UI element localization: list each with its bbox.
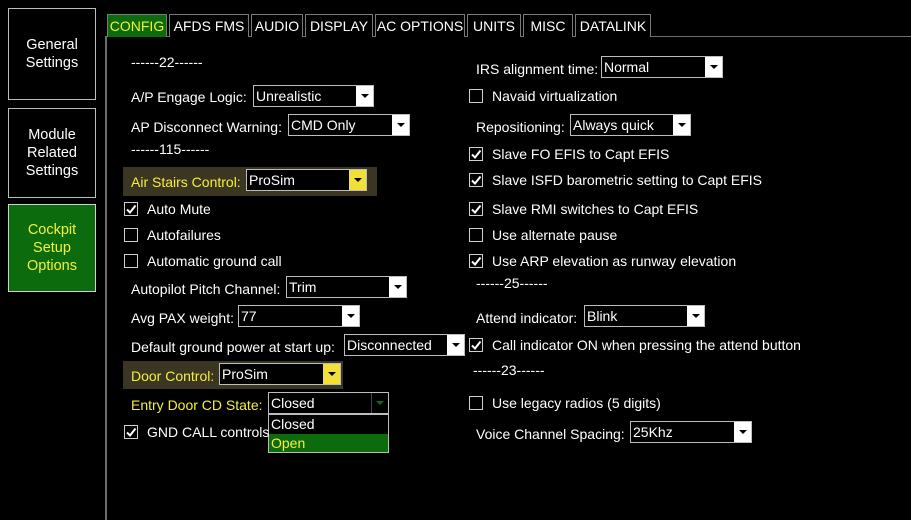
irs-dropdown[interactable]: Normal: [601, 56, 723, 78]
slave-fo-checkbox[interactable]: [469, 147, 483, 161]
autopilot-pitch-label: Autopilot Pitch Channel:: [131, 281, 281, 297]
auto-ground-call-checkbox[interactable]: [124, 254, 138, 268]
door-control-value: ProSim: [222, 366, 268, 382]
air-stairs-value: ProSim: [249, 172, 295, 188]
navaid-checkbox[interactable]: [469, 89, 483, 103]
irs-value: Normal: [604, 59, 650, 75]
voice-spacing-value: 25Khz: [633, 424, 673, 440]
chevron-down-icon[interactable]: [323, 364, 340, 384]
avg-pax-value: 77: [241, 308, 257, 324]
sidebar-item-cockpit-setup[interactable]: Cockpit Setup Options: [8, 204, 96, 292]
chevron-down-icon[interactable]: [389, 277, 406, 297]
default-gpu-dropdown[interactable]: Disconnected: [344, 334, 465, 356]
attend-value: Blink: [587, 308, 618, 324]
chevron-down-icon[interactable]: [349, 170, 366, 190]
call-indicator-checkbox[interactable]: [469, 338, 483, 352]
tab-ac-options[interactable]: AC OPTIONS: [375, 14, 465, 37]
ap-engage-value: Unrealistic: [256, 88, 322, 104]
chevron-down-icon[interactable]: [673, 115, 690, 135]
tab-config[interactable]: CONFIG: [107, 14, 167, 37]
attend-label: Attend indicator:: [476, 310, 578, 326]
sidebar-item-label: General Settings: [25, 37, 79, 71]
auto-mute-label: Auto Mute: [147, 201, 211, 217]
sidebar-item-general-settings[interactable]: General Settings: [8, 8, 96, 100]
sidebar-item-label: Module Related Settings: [25, 127, 79, 179]
tab-audio[interactable]: AUDIO: [251, 14, 303, 37]
ap-disconnect-dropdown[interactable]: CMD Only: [288, 114, 410, 136]
entry-door-dropdown[interactable]: Closed: [268, 392, 389, 414]
alt-pause-checkbox[interactable]: [469, 228, 483, 242]
chevron-down-icon[interactable]: [392, 115, 409, 135]
chevron-down-icon[interactable]: [342, 306, 359, 326]
sidebar-item-module-settings[interactable]: Module Related Settings: [8, 108, 96, 198]
tab-misc[interactable]: MISC: [523, 14, 573, 37]
tab-datalink[interactable]: DATALINK: [575, 14, 651, 37]
arp-elev-label: Use ARP elevation as runway elevation: [492, 253, 737, 269]
tab-afds-fms[interactable]: AFDS FMS: [169, 14, 249, 37]
default-gpu-value: Disconnected: [347, 337, 432, 353]
slave-fo-label: Slave FO EFIS to Capt EFIS: [492, 146, 670, 162]
sidebar-item-label: Cockpit Setup Options: [27, 222, 77, 274]
section-header-23: ------23------: [473, 362, 545, 378]
entry-door-label: Entry Door CD State:: [131, 397, 263, 413]
autofailures-label: Autofailures: [147, 227, 221, 243]
panel-left-border: [105, 36, 107, 520]
door-control-label: Door Control:: [131, 368, 215, 384]
avg-pax-dropdown[interactable]: 77: [238, 305, 360, 327]
section-header-22: ------22------: [131, 54, 203, 70]
gnd-call-checkbox[interactable]: [124, 425, 138, 439]
chevron-down-icon[interactable]: [705, 57, 722, 77]
section-header-25: ------25------: [476, 275, 548, 291]
air-stairs-dropdown[interactable]: ProSim: [246, 169, 367, 191]
ap-disconnect-value: CMD Only: [291, 117, 356, 133]
slave-rmi-label: Slave RMI switches to Capt EFIS: [492, 201, 699, 217]
auto-ground-call-label: Automatic ground call: [147, 253, 282, 269]
arp-elev-checkbox[interactable]: [469, 254, 483, 268]
legacy-radios-label: Use legacy radios (5 digits): [492, 395, 661, 411]
slave-isfd-checkbox[interactable]: [469, 173, 483, 187]
alt-pause-label: Use alternate pause: [492, 227, 618, 243]
auto-mute-checkbox[interactable]: [124, 202, 138, 216]
tab-display[interactable]: DISPLAY: [305, 14, 373, 37]
call-indicator-label: Call indicator ON when pressing the atte…: [492, 337, 801, 353]
repositioning-label: Repositioning:: [476, 119, 565, 135]
navaid-label: Navaid virtualization: [492, 88, 618, 104]
ap-engage-label: A/P Engage Logic:: [131, 89, 247, 105]
chevron-down-icon[interactable]: [687, 306, 704, 326]
repositioning-value: Always quick: [573, 117, 654, 133]
voice-spacing-dropdown[interactable]: 25Khz: [630, 421, 752, 443]
chevron-down-icon[interactable]: [734, 422, 751, 442]
door-control-dropdown[interactable]: ProSim: [219, 363, 341, 385]
repositioning-dropdown[interactable]: Always quick: [570, 114, 691, 136]
slave-rmi-checkbox[interactable]: [469, 202, 483, 216]
entry-door-option-open[interactable]: Open: [269, 434, 388, 452]
chevron-down-icon[interactable]: [371, 393, 388, 413]
entry-door-options-list: Closed Open: [268, 414, 389, 453]
entry-door-value: Closed: [271, 395, 315, 411]
chevron-down-icon[interactable]: [447, 335, 464, 355]
autopilot-pitch-dropdown[interactable]: Trim: [286, 276, 407, 298]
tab-units[interactable]: UNITS: [467, 14, 521, 37]
section-header-115: ------115------: [131, 141, 210, 157]
autofailures-checkbox[interactable]: [124, 228, 138, 242]
avg-pax-label: Avg PAX weight:: [131, 310, 234, 326]
slave-isfd-label: Slave ISFD barometric setting to Capt EF…: [492, 172, 762, 188]
legacy-radios-checkbox[interactable]: [469, 396, 483, 410]
chevron-down-icon[interactable]: [356, 86, 373, 106]
autopilot-pitch-value: Trim: [289, 279, 317, 295]
ap-disconnect-label: AP Disconnect Warning:: [131, 119, 282, 135]
default-gpu-label: Default ground power at start up:: [131, 339, 335, 355]
irs-label: IRS alignment time:: [476, 61, 599, 77]
attend-dropdown[interactable]: Blink: [584, 305, 705, 327]
voice-spacing-label: Voice Channel Spacing:: [476, 426, 625, 442]
air-stairs-label: Air Stairs Control:: [131, 174, 241, 190]
entry-door-option-closed[interactable]: Closed: [269, 415, 388, 433]
gnd-call-label: GND CALL controls: [147, 424, 270, 440]
ap-engage-dropdown[interactable]: Unrealistic: [253, 85, 374, 107]
